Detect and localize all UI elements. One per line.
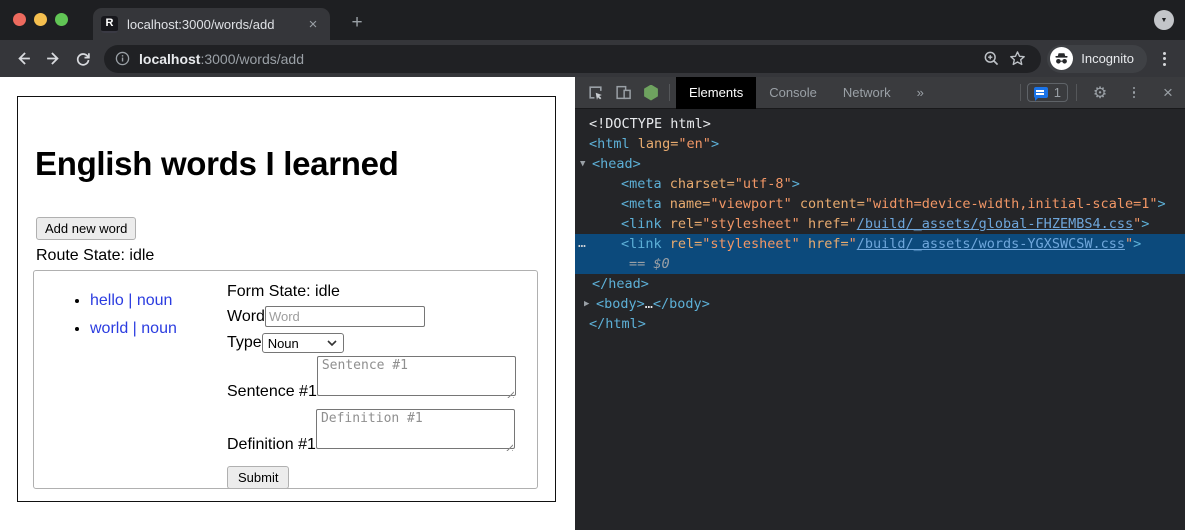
forward-arrow-icon	[45, 50, 62, 67]
browser-tab[interactable]: R localhost:3000/words/add ×	[93, 8, 330, 40]
devtools-code-line[interactable]: <html lang="en">	[575, 134, 1185, 154]
words-list: hello | noun world | noun	[34, 292, 227, 338]
words-panel: hello | noun world | noun Form State: id…	[33, 270, 538, 489]
form-state-text: Form State: idle	[227, 283, 516, 301]
issues-icon	[1034, 87, 1048, 98]
devtools-code-line[interactable]: <!DOCTYPE html>	[575, 114, 1185, 134]
add-new-word-button[interactable]: Add new word	[36, 217, 136, 240]
devtools-code-line[interactable]: <meta name="viewport" content="width=dev…	[575, 194, 1185, 214]
zoom-button[interactable]	[978, 50, 1004, 67]
window-controls	[13, 13, 68, 26]
settings-gear-icon[interactable]: ⚙	[1090, 83, 1110, 103]
device-toolbar-button[interactable]	[613, 83, 633, 103]
inspect-cursor-icon	[587, 84, 604, 101]
sentence-textarea[interactable]	[317, 356, 516, 396]
back-arrow-icon	[15, 50, 32, 67]
issues-count: 1	[1054, 85, 1061, 100]
word-link[interactable]: hello | noun	[90, 292, 172, 309]
inspect-element-button[interactable]	[585, 83, 605, 103]
address-bar[interactable]: localhost:3000/words/add	[104, 45, 1041, 73]
back-button[interactable]	[8, 45, 38, 73]
tab-close-icon[interactable]: ×	[304, 16, 322, 33]
type-select[interactable]: Noun	[262, 333, 344, 353]
devtools-panel: Elements Console Network » 1 ⚙ × <!DOCTY…	[575, 77, 1185, 530]
devtools-code-line[interactable]: <link rel="stylesheet" href="/build/_ass…	[575, 214, 1185, 234]
devtools-menu-button[interactable]	[1124, 83, 1144, 103]
chevron-down-icon: ▼	[1161, 17, 1168, 24]
sentence-textarea-wrap	[317, 356, 516, 401]
minimize-window-button[interactable]	[34, 13, 47, 26]
more-tabs-button[interactable]: »	[904, 77, 937, 109]
collapsed-arrow-icon[interactable]: ▶	[584, 294, 589, 314]
bookmark-star-button[interactable]	[1004, 50, 1030, 67]
incognito-label: Incognito	[1081, 51, 1134, 66]
tab-title: localhost:3000/words/add	[127, 17, 304, 32]
devtools-code-line[interactable]: </html>	[575, 314, 1185, 334]
issues-counter[interactable]: 1	[1027, 83, 1068, 102]
tab-search-button[interactable]: ▼	[1154, 10, 1174, 30]
close-window-button[interactable]	[13, 13, 26, 26]
incognito-icon	[1050, 47, 1073, 70]
incognito-badge: Incognito	[1047, 45, 1147, 73]
word-input[interactable]	[265, 306, 425, 327]
list-item: world | noun	[90, 320, 227, 338]
devtools-code-line[interactable]: ▶<body>…</body>	[575, 294, 1185, 314]
word-label: Word	[227, 308, 265, 326]
add-word-form: Form State: idle Word Type Noun	[227, 271, 516, 488]
browser-menu-button[interactable]	[1151, 52, 1177, 66]
devtools-code: <!DOCTYPE html><html lang="en">▼<head><m…	[575, 109, 1185, 530]
type-select-value: Noun	[268, 336, 327, 351]
site-info-icon[interactable]	[115, 51, 130, 66]
devtools-code-line[interactable]: <meta charset="utf-8">	[575, 174, 1185, 194]
toolbar-divider	[669, 84, 670, 101]
words-list-column: hello | noun world | noun	[34, 271, 227, 488]
type-label: Type	[227, 334, 262, 352]
url-path: :3000/words/add	[200, 51, 304, 67]
tab-elements[interactable]: Elements	[676, 77, 756, 109]
devtools-code-line[interactable]: …<link rel="stylesheet" href="/build/_as…	[575, 234, 1185, 254]
definition-label: Definition #1	[227, 436, 316, 454]
route-state-text: Route State: idle	[36, 247, 555, 265]
definition-textarea-wrap	[316, 409, 515, 454]
forward-button[interactable]	[38, 45, 68, 73]
line-options-ellipsis-icon[interactable]: …	[578, 234, 584, 254]
toolbar-divider	[1076, 84, 1077, 101]
devtools-code-line[interactable]: </head>	[575, 274, 1185, 294]
browser-titlebar: R localhost:3000/words/add × + ▼	[0, 0, 1185, 40]
nodejs-icon[interactable]	[641, 83, 661, 103]
zoom-magnifier-icon	[983, 50, 1000, 67]
browser-window: R localhost:3000/words/add × + ▼	[0, 0, 1185, 530]
url-text: localhost:3000/words/add	[139, 51, 304, 67]
page-container: English words I learned Add new word Rou…	[17, 96, 556, 502]
devtools-toolbar: Elements Console Network » 1 ⚙ ×	[575, 77, 1185, 109]
devtools-code-line[interactable]: ▼<head>	[575, 154, 1185, 174]
definition-textarea[interactable]	[316, 409, 515, 449]
browser-toolbar: localhost:3000/words/add	[0, 40, 1185, 77]
toolbar-divider	[1020, 84, 1021, 101]
url-host: localhost	[139, 51, 200, 67]
maximize-window-button[interactable]	[55, 13, 68, 26]
page-title: English words I learned	[35, 147, 555, 180]
devtools-code-line[interactable]: == $0	[575, 254, 1185, 274]
star-icon	[1009, 50, 1026, 67]
devtools-close-icon[interactable]: ×	[1158, 83, 1178, 103]
tab-console[interactable]: Console	[756, 77, 830, 109]
tab-network[interactable]: Network	[830, 77, 904, 109]
reload-icon	[75, 51, 91, 67]
device-toolbar-icon	[615, 84, 632, 101]
submit-button[interactable]: Submit	[227, 466, 289, 489]
sentence-label: Sentence #1	[227, 383, 317, 401]
new-tab-button[interactable]: +	[344, 10, 370, 36]
chevron-down-icon	[327, 340, 337, 346]
word-link[interactable]: world | noun	[90, 320, 177, 337]
web-page: English words I learned Add new word Rou…	[0, 77, 575, 530]
expanded-arrow-icon[interactable]: ▼	[580, 154, 585, 174]
reload-button[interactable]	[68, 45, 98, 73]
list-item: hello | noun	[90, 292, 227, 310]
remix-favicon-icon: R	[101, 16, 118, 33]
